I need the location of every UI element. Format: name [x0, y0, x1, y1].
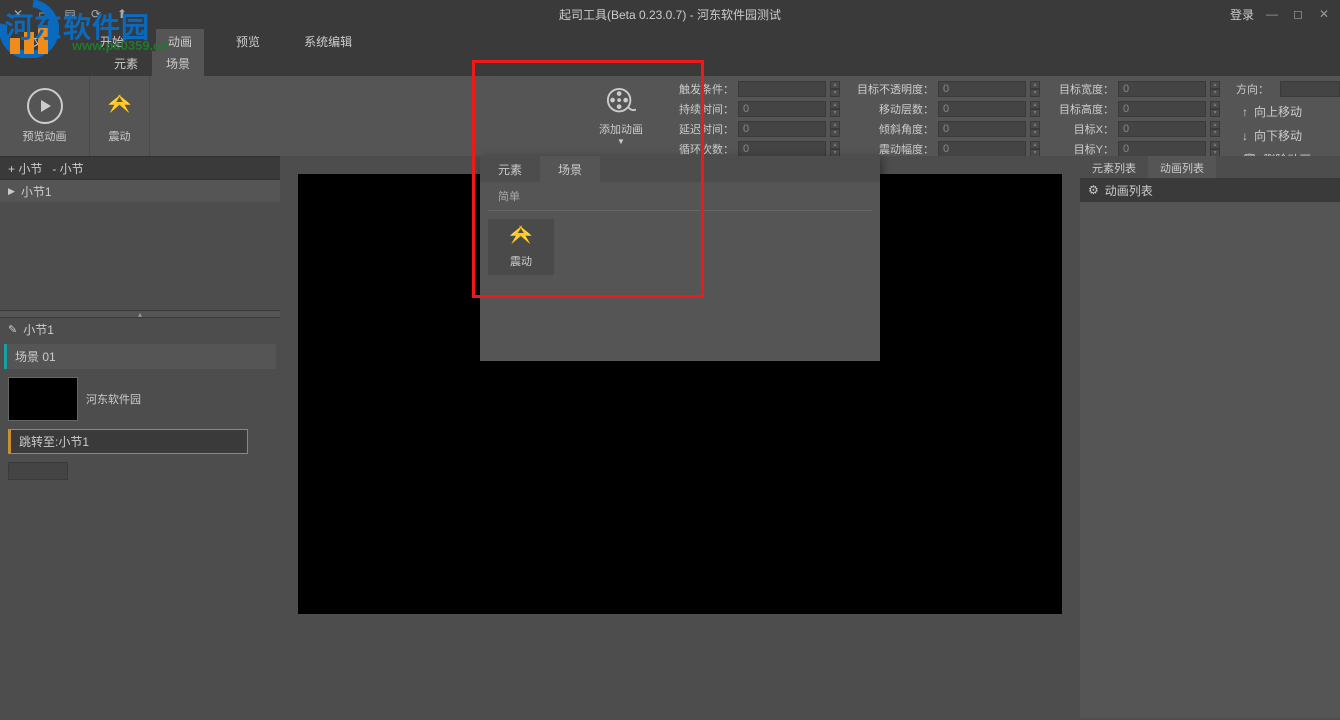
subtab-element[interactable]: 元素 [100, 51, 152, 76]
dropdown-category: 简单 [488, 182, 872, 211]
sections-toolbar: + 小节 - 小节 [0, 156, 280, 180]
prop-tilt-input[interactable] [938, 121, 1026, 137]
inspector-header: 小节1 [23, 321, 54, 338]
prop-duration-input[interactable] [738, 101, 826, 117]
prop-tilt-label: 倾斜角度： [852, 121, 934, 137]
spin-buttons[interactable]: ▴▾ [830, 81, 840, 97]
prop-amplitude-label: 震动幅度： [852, 141, 934, 157]
scene-thumbnail [8, 377, 78, 421]
add-anim-label: 添加动画 [599, 121, 643, 137]
thumbnail-row[interactable]: 河东软件园 [4, 373, 276, 425]
ribbon-preview-group[interactable]: 预览动画 [0, 76, 90, 156]
right-panel: 元素列表 动画列表 ⚙ 动画列表 [1080, 156, 1340, 718]
prop-ty-input[interactable] [1118, 141, 1206, 157]
prop-twidth-label: 目标宽度： [1052, 81, 1114, 97]
extra-input[interactable] [8, 462, 68, 480]
prop-delay-input[interactable] [738, 121, 826, 137]
ddtab-element[interactable]: 元素 [480, 156, 540, 182]
prop-layers-label: 移动层数： [852, 101, 934, 117]
prop-amplitude-input[interactable] [938, 141, 1026, 157]
chevron-down-icon: ▼ [617, 137, 625, 146]
menu-preview[interactable]: 预览 [224, 29, 272, 54]
shake-icon [106, 94, 134, 118]
close-icon[interactable]: ✕ [1316, 6, 1332, 22]
triangle-right-icon: ▶ [8, 186, 15, 197]
prop-loops-input[interactable] [738, 141, 826, 157]
prop-duration-label: 持续时间： [672, 101, 734, 117]
prop-layers-input[interactable] [938, 101, 1026, 117]
move-up-button[interactable]: ↑向上移动 [1236, 101, 1340, 122]
arrow-up-icon: ↑ [1242, 105, 1248, 119]
pencil-icon: ✎ [8, 323, 17, 336]
shake-icon [507, 225, 535, 249]
dropdown-item-shake[interactable]: 震动 [488, 219, 554, 275]
shake-label: 震动 [109, 128, 131, 144]
menu-file[interactable]: 文件 [20, 29, 68, 54]
direction-input[interactable] [1280, 81, 1340, 97]
ddtab-scene[interactable]: 场景 [540, 156, 600, 182]
prop-opacity-input[interactable] [938, 81, 1026, 97]
menu-start[interactable]: 开始 [88, 29, 136, 54]
maximize-icon[interactable]: ◻ [1290, 6, 1306, 22]
arrow-down-icon: ↓ [1242, 129, 1248, 143]
move-down-button[interactable]: ↓向下移动 [1236, 125, 1340, 146]
ribbon: 预览动画 震动 添加动画 ▼ 触发条件：▴▾ 持续时间：▴▾ 延迟时间：▴▾ 循… [0, 76, 1340, 156]
ribbon-add-anim-group[interactable]: 添加动画 ▼ [576, 76, 666, 156]
login-link[interactable]: 登录 [1230, 6, 1254, 23]
play-icon [27, 88, 63, 124]
ribbon-subtabs: 元素 场景 [0, 54, 1340, 76]
prop-trigger-input[interactable] [738, 81, 826, 97]
minimize-icon[interactable]: — [1264, 6, 1280, 22]
menu-animation[interactable]: 动画 [156, 29, 204, 54]
qat-new-icon[interactable]: ▤ [62, 6, 78, 22]
splitter-handle[interactable] [0, 310, 280, 318]
jump-to-select[interactable]: 跳转至:小节1 [8, 429, 248, 454]
app-title: 起司工具(Beta 0.23.0.7) - 河东软件园测试 [559, 6, 781, 23]
menu-sysedit[interactable]: 系统编辑 [292, 29, 364, 54]
prop-theight-label: 目标高度： [1052, 101, 1114, 117]
section-item-label: 小节1 [21, 183, 52, 200]
prop-loops-label: 循环次数： [672, 141, 734, 157]
rightpanel-header: 动画列表 [1105, 182, 1153, 199]
prop-twidth-input[interactable] [1118, 81, 1206, 97]
prop-tx-input[interactable] [1118, 121, 1206, 137]
preview-anim-label: 预览动画 [23, 128, 67, 144]
prop-opacity-label: 目标不透明度： [852, 81, 934, 97]
qat-open-icon[interactable]: ▭ [36, 6, 52, 22]
qat-export-icon[interactable]: ⬆ [114, 6, 130, 22]
gear-icon: ⚙ [1088, 183, 1099, 197]
titlebar: ✕ ▭ ▤ ⟳ ⬆ 起司工具(Beta 0.23.0.7) - 河东软件园测试 … [0, 0, 1340, 28]
ribbon-shake-group[interactable]: 震动 [90, 76, 150, 156]
add-anim-dropdown: 元素 场景 简单 震动 [480, 156, 880, 361]
subtab-scene[interactable]: 场景 [152, 51, 204, 76]
prop-delay-label: 延迟时间： [672, 121, 734, 137]
thumbnail-label: 河东软件园 [86, 391, 141, 407]
prop-trigger-label: 触发条件： [672, 81, 734, 97]
film-reel-icon [606, 87, 636, 117]
rtab-anims[interactable]: 动画列表 [1148, 156, 1216, 178]
prop-theight-input[interactable] [1118, 101, 1206, 117]
prop-tx-label: 目标X： [1052, 121, 1114, 137]
direction-header: 方向： [1236, 81, 1276, 97]
scene-item-01[interactable]: 场景 01 [4, 344, 276, 369]
prop-ty-label: 目标Y： [1052, 141, 1114, 157]
section-item-1[interactable]: ▶ 小节1 [0, 180, 280, 202]
remove-section-button[interactable]: - 小节 [52, 160, 83, 177]
rtab-elements[interactable]: 元素列表 [1080, 156, 1148, 178]
qat-save-icon[interactable]: ✕ [10, 6, 26, 22]
qat-undo-icon[interactable]: ⟳ [88, 6, 104, 22]
add-section-button[interactable]: + 小节 [8, 160, 42, 177]
left-panel: + 小节 - 小节 ▶ 小节1 ✎ 小节1 场景 01 河东软件园 [0, 156, 280, 718]
